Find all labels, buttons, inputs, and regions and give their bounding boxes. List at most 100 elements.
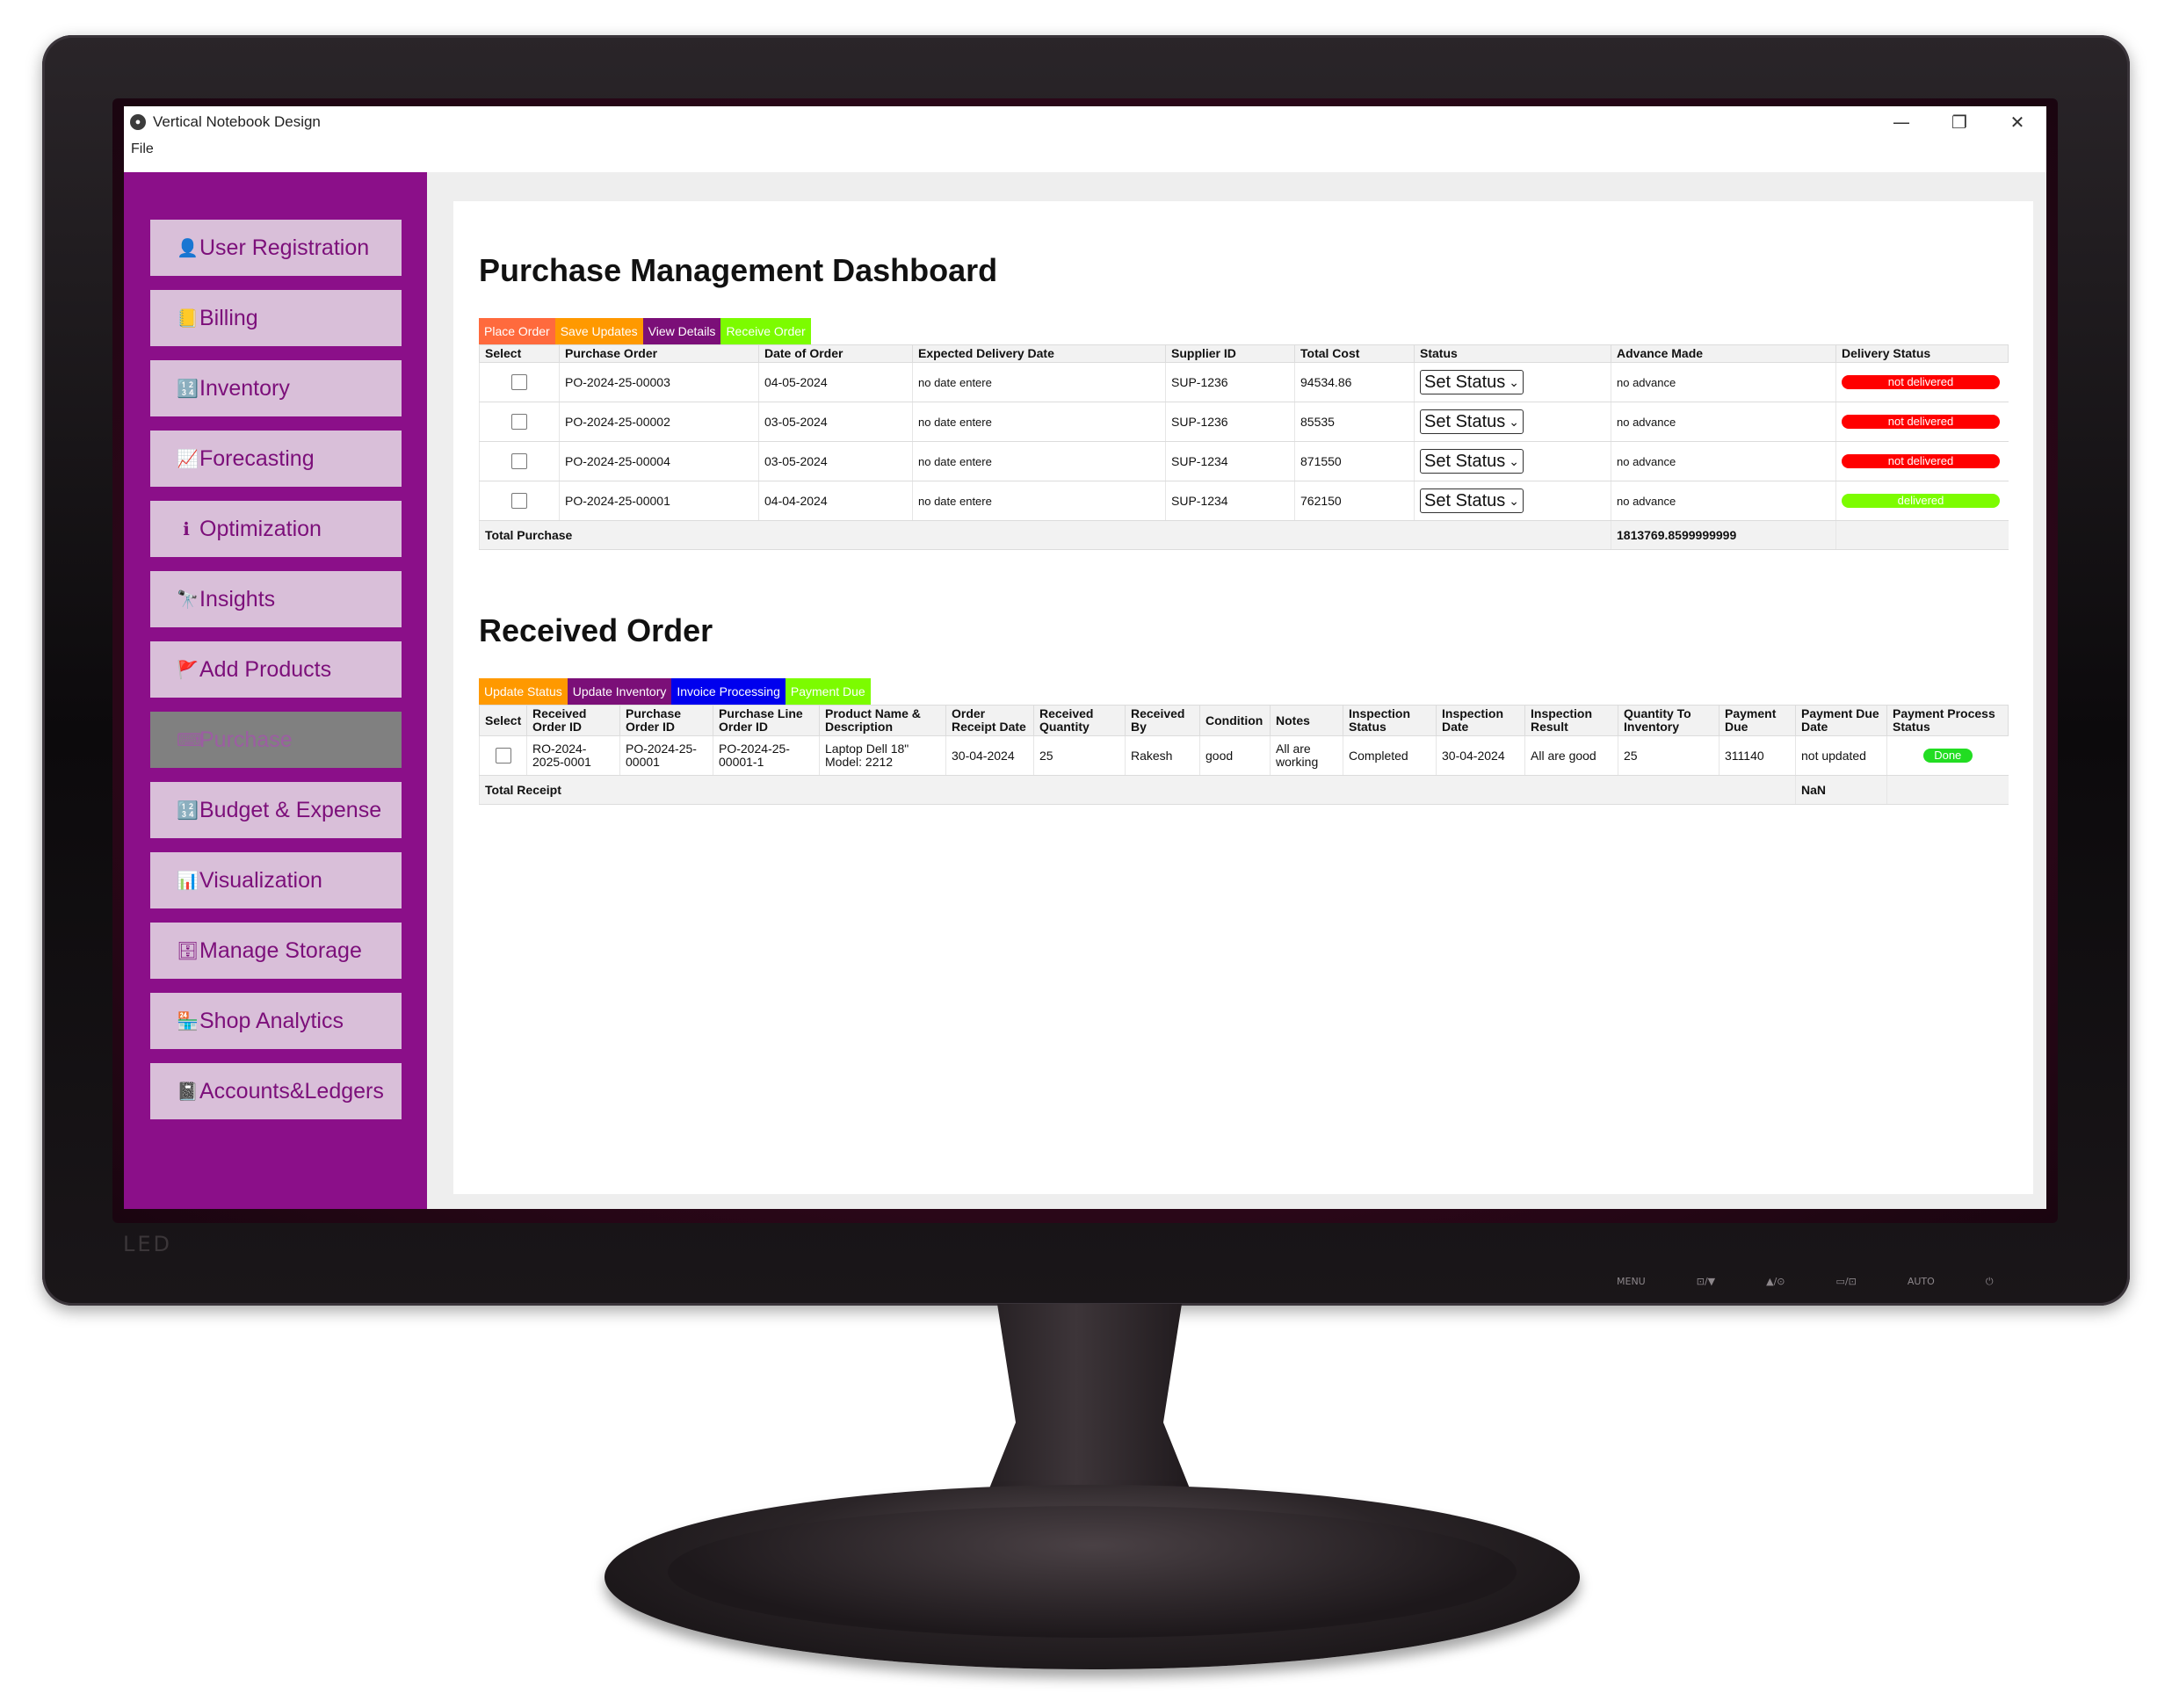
- advance-input[interactable]: no advance: [1617, 455, 1676, 468]
- restore-button[interactable]: ❐: [1930, 106, 1988, 138]
- expected-date-input[interactable]: no date entere: [918, 495, 992, 508]
- payment-due-cell: 311140: [1719, 735, 1796, 776]
- column-header: Inspection Result: [1524, 705, 1618, 736]
- calculator-icon: 🔢: [177, 800, 199, 821]
- sidebar-item-accounts-ledgers[interactable]: 📓 Accounts&Ledgers: [150, 1063, 402, 1119]
- row-checkbox[interactable]: [511, 414, 527, 430]
- sidebar-item-budget-expense[interactable]: 🔢 Budget & Expense: [150, 782, 402, 838]
- status-dropdown[interactable]: Set Status ⌄: [1420, 489, 1524, 513]
- sidebar-item-visualization[interactable]: 📊 Visualization: [150, 852, 402, 908]
- purchase-order-cell: PO-2024-25-00003: [559, 362, 759, 402]
- column-header: Payment Due: [1719, 705, 1796, 736]
- app-icon: ●: [130, 114, 146, 130]
- total-row: Total Receipt NaN: [479, 775, 2009, 805]
- expected-date-input[interactable]: no date entere: [918, 455, 992, 468]
- row-checkbox[interactable]: [511, 493, 527, 509]
- column-header: Status: [1414, 344, 1611, 363]
- app-window: ● Vertical Notebook Design — ❐ ✕ File 👤 U…: [124, 106, 2046, 1209]
- total-label: Total Receipt: [479, 775, 1796, 805]
- advance-cell: no advance: [1611, 441, 1836, 481]
- status-dropdown-value: Set Status: [1424, 451, 1506, 471]
- advance-input[interactable]: no advance: [1617, 495, 1676, 508]
- total-empty-cell: [1835, 520, 2009, 550]
- column-header: Purchase Line Order ID: [713, 705, 820, 736]
- delivery-status-badge: not delivered: [1842, 375, 2000, 389]
- supplier-id-cell: SUP-1234: [1165, 481, 1295, 521]
- monitor-menu-button: MENU: [1617, 1276, 1646, 1287]
- purchase-table: Select Purchase Order Date of Order Expecte…: [479, 344, 2009, 550]
- content-panel: Purchase Management Dashboard Place Orde…: [453, 201, 2033, 1194]
- delivery-status-cell: not delivered: [1835, 402, 2009, 442]
- select-cell: [479, 441, 560, 481]
- info-icon: ℹ: [183, 519, 190, 539]
- column-header: Condition: [1199, 705, 1271, 736]
- monitor-input-button: ⊡/▼: [1696, 1276, 1716, 1287]
- keyboard-icon: ⌨: [177, 730, 202, 750]
- row-checkbox[interactable]: [495, 748, 511, 764]
- sidebar-item-label: Forecasting: [199, 445, 315, 471]
- sidebar-item-add-products[interactable]: 🚩 Add Products: [150, 641, 402, 698]
- minimize-button[interactable]: —: [1872, 106, 1930, 138]
- sidebar-item-label: Optimization: [199, 516, 322, 541]
- sidebar-item-shop-analytics[interactable]: 🏪 Shop Analytics: [150, 993, 402, 1049]
- advance-input[interactable]: no advance: [1617, 376, 1676, 389]
- monitor-auto-button: AUTO: [1907, 1276, 1935, 1287]
- sidebar-item-purchase[interactable]: ⌨ Purchase: [150, 712, 402, 768]
- column-header: Total Cost: [1294, 344, 1415, 363]
- purchase-order-cell: PO-2024-25-00001: [559, 481, 759, 521]
- telescope-icon: 🔭: [177, 590, 199, 610]
- expected-date-input[interactable]: no date entere: [918, 376, 992, 389]
- monitor-power-icon: ⏻: [1985, 1276, 1994, 1287]
- sidebar-item-label: Manage Storage: [199, 937, 362, 963]
- storage-icon: 🗄: [177, 941, 199, 961]
- sidebar-item-optimization[interactable]: ℹ Optimization: [150, 501, 402, 557]
- column-header: Date of Order: [758, 344, 913, 363]
- window-title: Vertical Notebook Design: [153, 113, 321, 130]
- receipt-date-cell: 30-04-2024: [945, 735, 1034, 776]
- status-dropdown-value: Set Status: [1424, 372, 1506, 392]
- menu-file[interactable]: File: [131, 141, 154, 157]
- sidebar-item-billing[interactable]: 📒 Billing: [150, 290, 402, 346]
- table-row: PO-2024-25-00001 04-04-2024 no date entere…: [479, 481, 2009, 521]
- status-dropdown-value: Set Status: [1424, 490, 1506, 510]
- expected-date-input[interactable]: no date entere: [918, 416, 992, 429]
- status-dropdown[interactable]: Set Status ⌄: [1420, 409, 1524, 434]
- advance-input[interactable]: no advance: [1617, 416, 1676, 429]
- column-header: Payment Due Date: [1795, 705, 1887, 736]
- update-status-button[interactable]: Update Status: [479, 678, 568, 705]
- status-dropdown[interactable]: Set Status ⌄: [1420, 449, 1524, 474]
- product-cell: Laptop Dell 18" Model: 2212: [819, 735, 946, 776]
- monitor-brightness-button: ▲/⊙: [1766, 1276, 1785, 1287]
- sidebar-item-user-registration[interactable]: 👤 User Registration: [150, 220, 402, 276]
- chevron-down-icon: ⌄: [1509, 374, 1519, 389]
- column-header: Received Quantity: [1033, 705, 1126, 736]
- status-cell: Set Status ⌄: [1414, 362, 1611, 402]
- save-updates-button[interactable]: Save Updates: [554, 318, 643, 344]
- status-cell: Set Status ⌄: [1414, 402, 1611, 442]
- supplier-id-cell: SUP-1234: [1165, 441, 1295, 481]
- row-checkbox[interactable]: [511, 374, 527, 390]
- sidebar-item-manage-storage[interactable]: 🗄 Manage Storage: [150, 923, 402, 979]
- delivery-status-badge: not delivered: [1842, 415, 2000, 429]
- workspace: 👤 User Registration 📒 Billing 🔢 Inventory 📈 For…: [124, 172, 2046, 1209]
- row-checkbox[interactable]: [511, 453, 527, 469]
- order-date-cell: 03-05-2024: [758, 441, 913, 481]
- update-inventory-button[interactable]: Update Inventory: [567, 678, 672, 705]
- total-value: 1813769.8599999999: [1611, 520, 1836, 550]
- invoice-processing-button[interactable]: Invoice Processing: [671, 678, 786, 705]
- close-button[interactable]: ✕: [1988, 106, 2046, 138]
- receive-order-button[interactable]: Receive Order: [720, 318, 811, 344]
- column-header: Order Receipt Date: [945, 705, 1034, 736]
- total-cost-cell: 94534.86: [1294, 362, 1415, 402]
- column-header: Advance Made: [1611, 344, 1836, 363]
- payment-due-button[interactable]: Payment Due: [785, 678, 871, 705]
- sidebar-item-insights[interactable]: 🔭 Insights: [150, 571, 402, 627]
- sidebar-item-label: Inventory: [199, 375, 290, 401]
- place-order-button[interactable]: Place Order: [479, 318, 555, 344]
- shop-icon: 🏪: [177, 1011, 199, 1031]
- sidebar-item-inventory[interactable]: 🔢 Inventory: [150, 360, 402, 416]
- billing-icon: 📒: [177, 308, 199, 329]
- view-details-button[interactable]: View Details: [642, 318, 721, 344]
- sidebar-item-forecasting[interactable]: 📈 Forecasting: [150, 431, 402, 487]
- status-dropdown[interactable]: Set Status ⌄: [1420, 370, 1524, 394]
